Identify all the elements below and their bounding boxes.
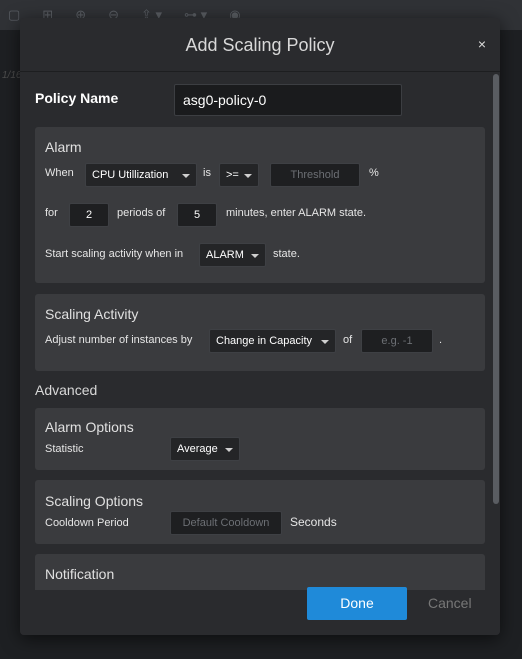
state-select[interactable]: ALARM <box>199 243 266 267</box>
dialog-title: Add Scaling Policy <box>185 35 335 55</box>
chevron-down-icon <box>182 174 190 178</box>
of-label: of <box>343 334 353 346</box>
policy-name-label: Policy Name <box>35 90 119 106</box>
notification-title: Notification <box>45 566 115 582</box>
percent-label: % <box>369 167 379 179</box>
cooldown-input[interactable]: Default Cooldown <box>170 511 282 535</box>
advanced-heading: Advanced <box>35 382 98 398</box>
scaling-options-section: Scaling Options Cooldown Period Default … <box>35 480 485 544</box>
alarm-options-title: Alarm Options <box>45 419 134 435</box>
adjust-type-select[interactable]: Change in Capacity <box>209 329 336 353</box>
statistic-select-value: Average <box>177 443 218 455</box>
adjust-label: Adjust number of instances by <box>45 334 193 346</box>
is-label: is <box>203 167 211 179</box>
cancel-button[interactable]: Cancel <box>428 595 472 611</box>
operator-select-value: >= <box>226 169 239 181</box>
for-label: for <box>45 207 58 219</box>
chevron-down-icon <box>251 254 259 258</box>
state-select-value: ALARM <box>206 249 244 261</box>
add-scaling-policy-dialog: Add Scaling Policy × Policy Name asg0-po… <box>20 18 500 635</box>
scrollbar-thumb[interactable] <box>493 74 499 504</box>
notification-section: Notification <box>35 554 485 590</box>
periods-of-label: periods of <box>117 207 166 219</box>
done-button[interactable]: Done <box>307 587 407 620</box>
alarm-section: Alarm When CPU Utillization is >= Thresh… <box>35 127 485 283</box>
start-scaling-label: Start scaling activity when in <box>45 248 184 260</box>
period-label: . <box>439 334 443 346</box>
cooldown-label: Cooldown Period <box>45 517 129 529</box>
scaling-activity-section: Scaling Activity Adjust number of instan… <box>35 294 485 371</box>
statistic-label: Statistic <box>45 443 84 455</box>
metric-select-value: CPU Utillization <box>92 169 169 181</box>
cooldown-unit-label: Seconds <box>290 515 337 529</box>
adjust-type-value: Change in Capacity <box>216 335 313 347</box>
threshold-input[interactable]: Threshold <box>270 163 360 187</box>
chevron-down-icon <box>321 340 329 344</box>
minutes-suffix-label: minutes, enter ALARM state. <box>226 207 367 219</box>
operator-select[interactable]: >= <box>219 163 259 187</box>
periods-input[interactable]: 2 <box>69 203 109 227</box>
dialog-body: Policy Name asg0-policy-0 Alarm When CPU… <box>20 72 500 590</box>
dialog-header: Add Scaling Policy × <box>20 18 500 72</box>
when-label: When <box>45 167 74 179</box>
scaling-activity-title: Scaling Activity <box>45 306 139 322</box>
chevron-down-icon <box>225 448 233 452</box>
minutes-input[interactable]: 5 <box>177 203 217 227</box>
scaling-options-title: Scaling Options <box>45 493 144 509</box>
adjust-amount-input[interactable]: e.g. -1 <box>361 329 433 353</box>
statistic-select[interactable]: Average <box>170 437 240 461</box>
dialog-scrollbar[interactable] <box>492 72 500 590</box>
policy-name-input[interactable]: asg0-policy-0 <box>174 84 402 116</box>
metric-select[interactable]: CPU Utillization <box>85 163 197 187</box>
alarm-title: Alarm <box>45 139 82 155</box>
chevron-down-icon <box>244 174 252 178</box>
dialog-footer: Done Cancel <box>20 587 500 635</box>
state-suffix-label: state. <box>273 248 300 260</box>
alarm-options-section: Alarm Options Statistic Average <box>35 408 485 470</box>
close-icon[interactable]: × <box>478 36 486 52</box>
